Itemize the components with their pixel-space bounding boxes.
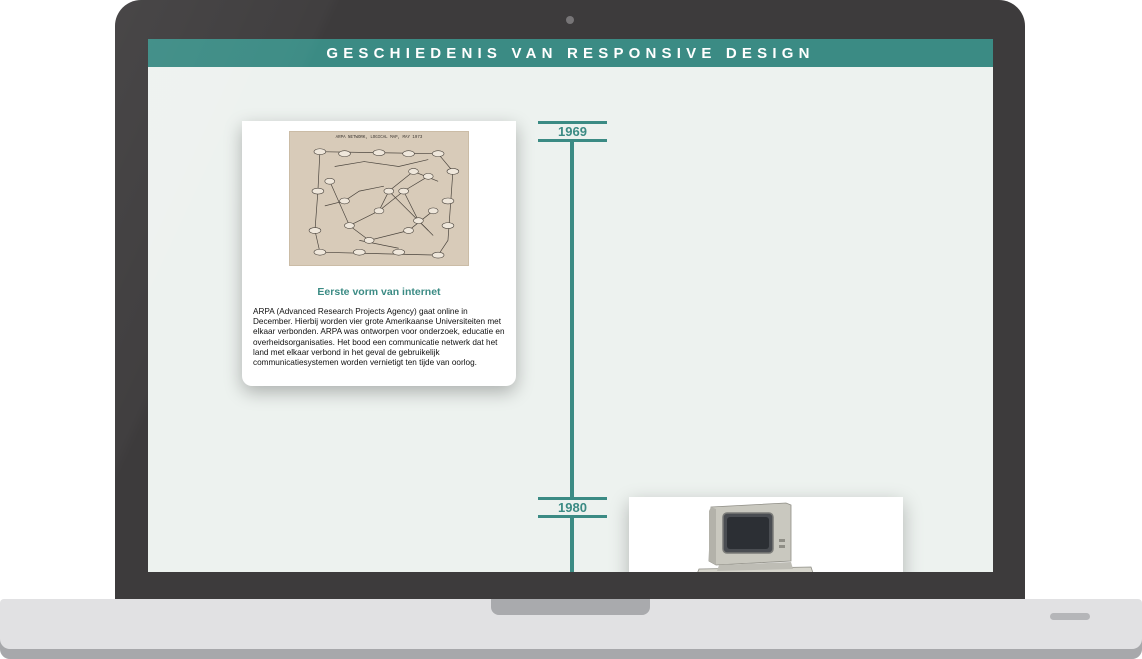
card-description: ARPA (Advanced Research Projects Agency)… [253,307,505,368]
timeline-year-1980: 1980 [538,497,607,518]
laptop-screen: GESCHIEDENIS VAN RESPONSIVE DESIGN 1969 … [148,39,993,572]
arpanet-map-image: ARPA NETWORK, LOGICAL MAP, MAY 1973 [289,131,469,266]
laptop-notch [491,599,650,615]
power-indicator-icon [1050,613,1090,620]
map-caption: ARPA NETWORK, LOGICAL MAP, MAY 1973 [336,136,423,140]
page-title: GESCHIEDENIS VAN RESPONSIVE DESIGN [326,44,815,62]
page-header: GESCHIEDENIS VAN RESPONSIVE DESIGN [148,39,993,67]
card-title: Eerste vorm van internet [317,286,441,298]
timeline-card-1980[interactable] [629,497,903,572]
timeline-card-1969[interactable]: ARPA NETWORK, LOGICAL MAP, MAY 1973 Eers… [242,121,516,386]
laptop-lid: GESCHIEDENIS VAN RESPONSIVE DESIGN 1969 … [115,0,1025,602]
personal-computer-image [691,499,821,572]
timeline-year-1969: 1969 [538,121,607,142]
camera-icon [566,16,574,24]
